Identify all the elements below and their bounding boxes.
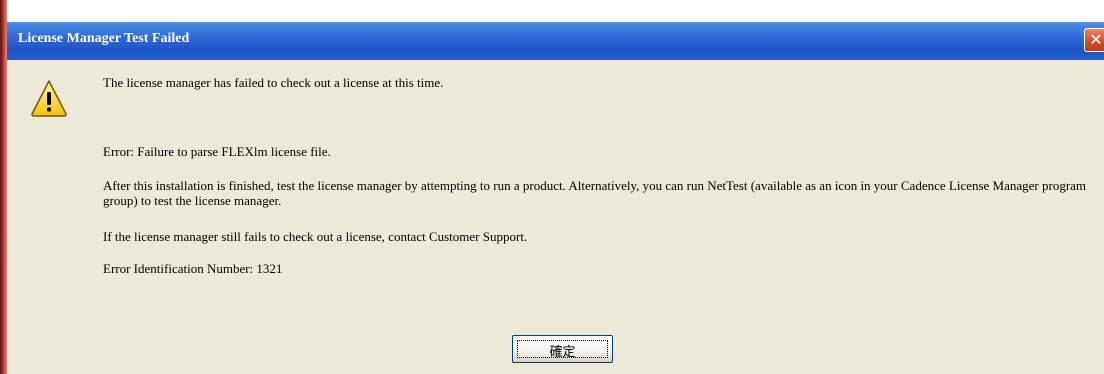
dialog-window: License Manager Test Failed ✕ The licens… <box>0 0 1104 374</box>
dialog-title: License Manager Test Failed <box>18 31 190 46</box>
window-left-border <box>0 0 7 374</box>
message-line-1: The license manager has failed to check … <box>103 75 444 90</box>
warning-icon <box>31 80 67 117</box>
ok-button[interactable]: 確定 <box>512 335 613 363</box>
ok-button-label: 確定 <box>549 345 576 360</box>
still-fails-message: If the license manager still fails to ch… <box>103 229 528 244</box>
after-install-message: After this installation is finished, tes… <box>103 178 1087 208</box>
error-id-message: Error Identification Number: 1321 <box>103 261 283 276</box>
dialog-body <box>7 60 1104 374</box>
desktop-strip <box>0 0 1104 22</box>
close-icon: ✕ <box>1089 30 1103 49</box>
close-button[interactable]: ✕ <box>1084 28 1104 52</box>
error-message: Error: Failure to parse FLEXlm license f… <box>103 144 331 159</box>
